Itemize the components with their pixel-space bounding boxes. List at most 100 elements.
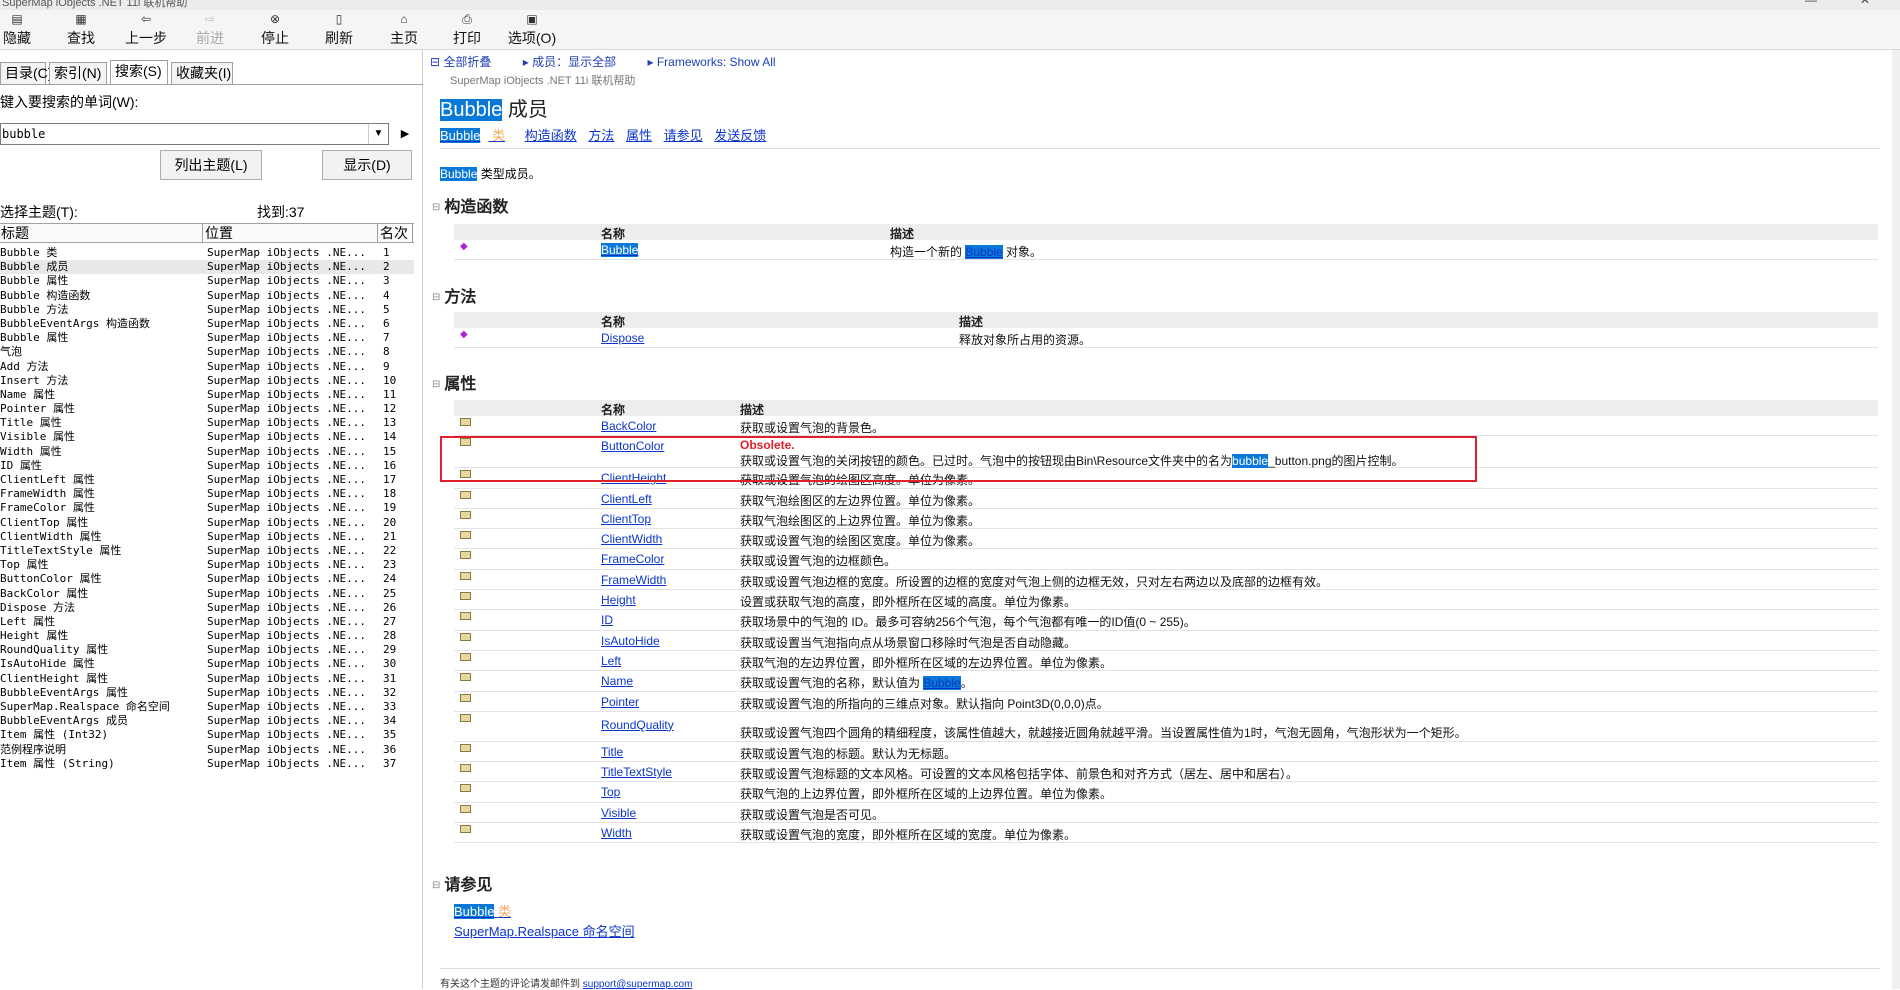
list-item[interactable]: BubbleEventArgs 构造函数 SuperMap iObjects .N… (0, 317, 414, 331)
see-also-namespace-link[interactable]: SuperMap.Realspace 命名空间 (454, 922, 635, 942)
tab-favorites[interactable]: 收藏夹(I) (171, 62, 233, 84)
list-item[interactable]: ClientLeft 属性 SuperMap iObjects .NE... 17 (0, 473, 414, 487)
footer-email-link[interactable]: support@supermap.com (583, 979, 693, 990)
frameworks-link[interactable]: ▸ Frameworks: Show All (647, 55, 789, 69)
class-link[interactable]: Bubble 类 (440, 128, 513, 143)
tab-index[interactable]: 索引(N) (49, 62, 107, 84)
hide-button[interactable]: ▤ 隐藏 (2, 12, 32, 50)
section-properties-title[interactable]: ⊟ 属性 (432, 370, 476, 394)
member-link-name[interactable]: Name (601, 674, 633, 688)
list-item[interactable]: FrameWidth 属性 SuperMap iObjects .NE... 18 (0, 487, 414, 501)
list-item[interactable]: BubbleEventArgs 成员 SuperMap iObjects .NE.… (0, 714, 414, 728)
list-item[interactable]: ClientWidth 属性 SuperMap iObjects .NE... 21 (0, 530, 414, 544)
list-item[interactable]: Bubble 属性 SuperMap iObjects .NE... 3 (0, 274, 414, 288)
list-item[interactable]: TitleTextStyle 属性 SuperMap iObjects .NE..… (0, 544, 414, 558)
member-link-left[interactable]: Left (601, 654, 621, 668)
member-link-clientwidth[interactable]: ClientWidth (601, 532, 662, 546)
members-show-all-link[interactable]: ▸ 成员：显示全部 (523, 55, 630, 69)
locate-button[interactable]: ▦ 查找 (66, 12, 96, 50)
list-item[interactable]: Title 属性 SuperMap iObjects .NE... 13 (0, 416, 414, 430)
list-item[interactable]: IsAutoHide 属性 SuperMap iObjects .NE... 30 (0, 657, 414, 671)
list-item[interactable]: ClientHeight 属性 SuperMap iObjects .NE... 3… (0, 672, 414, 686)
list-item[interactable]: Bubble 方法 SuperMap iObjects .NE... 5 (0, 303, 414, 317)
list-item[interactable]: Dispose 方法 SuperMap iObjects .NE... 26 (0, 601, 414, 615)
see-also-class-link[interactable]: Bubble 类 (454, 902, 635, 922)
link-properties[interactable]: 属性 (626, 128, 652, 143)
tab-search[interactable]: 搜索(S) (110, 60, 168, 84)
member-link-dispose[interactable]: Dispose (601, 331, 644, 345)
list-item[interactable]: RoundQuality 属性 SuperMap iObjects .NE... 2… (0, 643, 414, 657)
column-header-rank[interactable]: 名次 (379, 224, 413, 243)
stop-button[interactable]: ⊗ 停止 (260, 12, 290, 50)
list-item[interactable]: Pointer 属性 SuperMap iObjects .NE... 12 (0, 402, 414, 416)
list-item[interactable]: ClientTop 属性 SuperMap iObjects .NE... 20 (0, 516, 414, 530)
list-topics-button[interactable]: 列出主题(L) (160, 150, 262, 180)
list-item[interactable]: Bubble 构造函数 SuperMap iObjects .NE... 4 (0, 289, 414, 303)
collapse-all-link[interactable]: ⊟ 全部折叠 (430, 55, 505, 69)
list-item[interactable]: Height 属性 SuperMap iObjects .NE... 28 (0, 629, 414, 643)
list-item[interactable]: Add 方法 SuperMap iObjects .NE... 9 (0, 360, 414, 374)
list-item[interactable]: BubbleEventArgs 属性 SuperMap iObjects .NE.… (0, 686, 414, 700)
section-see-also-title[interactable]: ⊟ 请参见 (432, 871, 492, 895)
link-see-also[interactable]: 请参见 (664, 128, 703, 143)
member-link-bubble[interactable]: Bubble (601, 243, 639, 257)
desc-highlight-link[interactable]: Bubble (965, 245, 1003, 259)
list-item[interactable]: 范例程序说明 SuperMap iObjects .NE... 36 (0, 743, 414, 757)
list-item[interactable]: Insert 方法 SuperMap iObjects .NE... 10 (0, 374, 414, 388)
list-item[interactable]: Name 属性 SuperMap iObjects .NE... 11 (0, 388, 414, 402)
list-item[interactable]: Visible 属性 SuperMap iObjects .NE... 14 (0, 430, 414, 444)
list-item[interactable]: Item 属性 (Int32) SuperMap iObjects .NE... 3… (0, 728, 414, 742)
member-link-framewidth[interactable]: FrameWidth (601, 573, 666, 587)
member-link-height[interactable]: Height (601, 593, 636, 607)
print-button[interactable]: ⎙ 打印 (452, 12, 482, 50)
member-link-visible[interactable]: Visible (601, 806, 636, 820)
member-link-clienttop[interactable]: ClientTop (601, 512, 651, 526)
member-link-roundquality[interactable]: RoundQuality (601, 718, 674, 732)
desc-highlight-link[interactable]: Bubble (923, 676, 961, 691)
list-item[interactable]: Item 属性 (String) SuperMap iObjects .NE...… (0, 757, 414, 771)
minimize-icon[interactable]: — (1805, 0, 1817, 7)
member-link-id[interactable]: ID (601, 613, 613, 627)
list-item[interactable]: 气泡 SuperMap iObjects .NE... 8 (0, 345, 414, 359)
back-button[interactable]: ⇦ 上一步 (124, 12, 168, 50)
column-header-title[interactable]: 标题 (0, 224, 203, 243)
search-input[interactable] (1, 124, 366, 144)
content-scrollbar[interactable] (1892, 50, 1900, 989)
list-item[interactable]: Top 属性 SuperMap iObjects .NE... 23 (0, 558, 414, 572)
list-item[interactable]: Bubble 属性 SuperMap iObjects .NE... 7 (0, 331, 414, 345)
link-methods[interactable]: 方法 (588, 128, 614, 143)
member-link-title[interactable]: Title (601, 745, 623, 759)
member-link-top[interactable]: Top (601, 785, 620, 799)
refresh-button[interactable]: ▯ 刷新 (324, 12, 354, 50)
section-methods-title[interactable]: ⊟ 方法 (432, 283, 476, 307)
member-link-framecolor[interactable]: FrameColor (601, 552, 664, 566)
list-item[interactable]: SuperMap.Realspace 命名空间 SuperMap iObjects… (0, 700, 414, 714)
list-item[interactable]: FrameColor 属性 SuperMap iObjects .NE... 19 (0, 501, 414, 515)
list-item[interactable]: Left 属性 SuperMap iObjects .NE... 27 (0, 615, 414, 629)
member-link-backcolor[interactable]: BackColor (601, 419, 656, 433)
member-link-pointer[interactable]: Pointer (601, 695, 639, 709)
forward-button[interactable]: ⇨ 前进 (195, 12, 225, 50)
link-constructors[interactable]: 构造函数 (525, 128, 577, 143)
list-item[interactable]: BackColor 属性 SuperMap iObjects .NE... 25 (0, 587, 414, 601)
list-item[interactable]: Bubble 成员 SuperMap iObjects .NE... 2 (0, 260, 414, 275)
list-item[interactable]: ButtonColor 属性 SuperMap iObjects .NE... 24 (0, 572, 414, 586)
search-combobox[interactable]: ▼ (0, 123, 389, 145)
member-link-titletextstyle[interactable]: TitleTextStyle (601, 765, 672, 779)
list-item[interactable]: Width 属性 SuperMap iObjects .NE... 15 (0, 445, 414, 459)
display-button[interactable]: 显示(D) (322, 150, 412, 180)
section-constructors-title[interactable]: ⊟ 构造函数 (432, 193, 508, 217)
home-button[interactable]: ⌂ 主页 (389, 12, 419, 50)
close-icon[interactable]: ✕ (1860, 0, 1870, 7)
column-header-location[interactable]: 位置 (204, 224, 378, 243)
member-link-isautohide[interactable]: IsAutoHide (601, 634, 660, 648)
member-link-clientleft[interactable]: ClientLeft (601, 492, 652, 506)
chevron-down-icon[interactable]: ▼ (368, 124, 388, 144)
options-button[interactable]: ▣ 选项(O) (507, 12, 557, 50)
tab-contents[interactable]: 目录(C) (0, 62, 52, 84)
search-go-icon[interactable]: ▶ (395, 123, 415, 145)
list-item[interactable]: Bubble 类 SuperMap iObjects .NE... 1 (0, 246, 414, 260)
member-link-width[interactable]: Width (601, 826, 632, 840)
link-send-feedback[interactable]: 发送反馈 (714, 128, 766, 143)
list-item[interactable]: ID 属性 SuperMap iObjects .NE... 16 (0, 459, 414, 473)
